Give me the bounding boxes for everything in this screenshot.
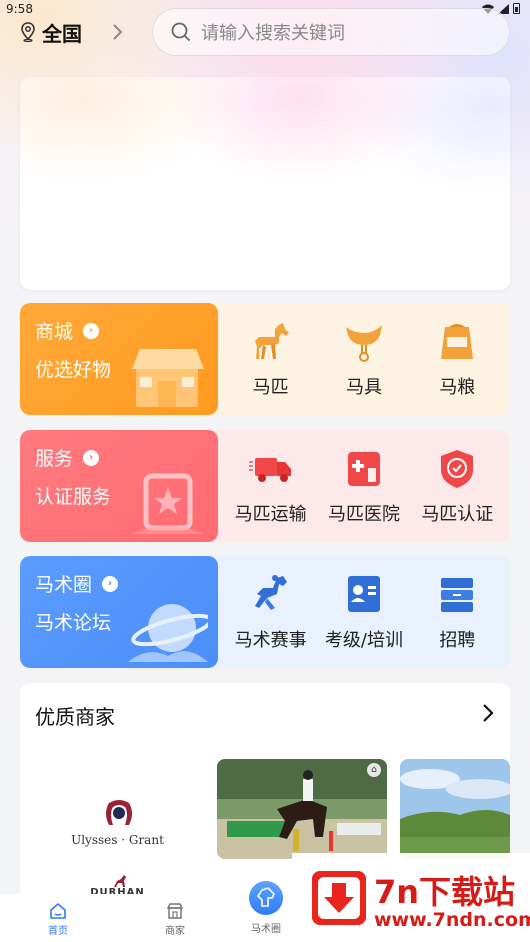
- watermark-overlay: 7n下载站 www.7ndn.com: [292, 853, 530, 942]
- service-title: 服务 ›: [35, 444, 100, 471]
- search-placeholder: 请输入搜索关键词: [201, 23, 345, 44]
- category-card-mall: 商城 › 优选好物 马匹 马具 马粮: [20, 303, 510, 415]
- service-subtitle: 认证服务: [35, 486, 112, 508]
- certification-badge-icon: [441, 450, 474, 488]
- status-time: 9:58: [6, 2, 33, 16]
- chevron-right-icon: [113, 24, 123, 40]
- nav-merchants[interactable]: 商家: [145, 902, 205, 937]
- category-card-community: 马术圈 › 马术论坛 马术赛事 考级/培训 招聘: [20, 556, 510, 668]
- watermark-title: 7n下载站: [374, 873, 516, 911]
- mall-entry[interactable]: 商城 › 优选好物: [20, 303, 218, 415]
- nav-community[interactable]: 马术圈: [236, 878, 296, 935]
- landscape-image: [400, 759, 510, 859]
- mall-title-label: 商城: [35, 321, 74, 343]
- racing-horse-icon: [254, 575, 287, 610]
- certificate-icon: [132, 473, 204, 534]
- search-bar[interactable]: 请输入搜索关键词: [152, 8, 510, 56]
- horse-head-icon: [256, 887, 275, 907]
- mall-item-saddle[interactable]: 马具: [318, 319, 410, 399]
- home-icon: [50, 902, 66, 919]
- community-item-events[interactable]: 马术赛事: [225, 572, 317, 652]
- hospital-icon: [347, 452, 380, 486]
- category-card-service: 服务 › 认证服务 马匹运输 马匹医院 马匹认证: [20, 430, 510, 542]
- banner-carousel[interactable]: [20, 77, 510, 290]
- location-label: 全国: [42, 21, 82, 46]
- merchant-photo-landscape[interactable]: [400, 759, 510, 859]
- showjumping-image: [217, 759, 387, 859]
- badge-icon: ⌂: [367, 763, 381, 777]
- nav-label: 马术圈: [251, 924, 281, 935]
- banner-glow: [20, 77, 510, 290]
- mall-subtitle: 优选好物: [35, 359, 112, 381]
- community-item-recruit[interactable]: 招聘: [411, 572, 503, 652]
- merchant-logo-text: Ulysses · Grant: [71, 833, 164, 847]
- training-card-icon: [347, 576, 380, 612]
- arrow-right-icon: ›: [83, 449, 100, 466]
- shop-icon: [166, 903, 184, 919]
- horseshoe-logo-icon: [106, 800, 132, 825]
- merchant-photo-showjumping[interactable]: ⌂: [217, 759, 387, 859]
- cabinet-icon: [441, 578, 474, 612]
- location-pin-icon: [21, 22, 35, 42]
- service-items: 马匹运输 马匹医院 马匹认证: [218, 430, 510, 542]
- mall-item-label: 马粮: [439, 377, 476, 398]
- community-subtitle: 马术论坛: [35, 612, 112, 634]
- search-icon: [171, 22, 191, 42]
- battery-icon: [513, 3, 520, 14]
- bottom-navigation: 首页 商家 马术圈: [0, 878, 292, 942]
- arrow-right-icon: ›: [83, 322, 100, 339]
- mall-item-feed[interactable]: 马粮: [411, 319, 503, 399]
- service-title-label: 服务: [35, 448, 74, 470]
- community-item-label: 招聘: [439, 630, 476, 651]
- mall-title: 商城 ›: [35, 317, 100, 344]
- community-item-label: 考级/培训: [324, 630, 404, 651]
- arrow-right-icon: ›: [102, 575, 119, 592]
- location-selector[interactable]: 全国: [20, 18, 124, 46]
- download-arrow-icon: [312, 871, 366, 925]
- chevron-right-icon[interactable]: [482, 703, 494, 723]
- mall-items: 马匹 马具 马粮: [218, 303, 510, 415]
- truck-icon: [248, 458, 291, 482]
- community-item-training[interactable]: 考级/培训: [318, 572, 410, 652]
- community-nav-button: [246, 878, 286, 918]
- mall-item-horse[interactable]: 马匹: [225, 319, 317, 399]
- nav-home[interactable]: 首页: [28, 902, 88, 937]
- mall-item-label: 马匹: [252, 377, 289, 398]
- service-item-transport[interactable]: 马匹运输: [225, 446, 317, 526]
- community-items: 马术赛事 考级/培训 招聘: [218, 556, 510, 668]
- nav-label: 首页: [48, 926, 68, 937]
- storefront-icon: [132, 349, 204, 407]
- service-item-label: 马匹运输: [234, 504, 307, 525]
- horse-icon: [254, 323, 289, 359]
- saddle-icon: [345, 325, 382, 362]
- community-title-label: 马术圈: [35, 574, 93, 596]
- service-item-label: 马匹认证: [421, 504, 494, 525]
- community-title: 马术圈 ›: [35, 570, 119, 597]
- community-entry[interactable]: 马术圈 › 马术论坛: [20, 556, 218, 668]
- merchant-card-ulysses[interactable]: Ulysses · Grant DURHAN: [35, 761, 200, 911]
- mall-item-label: 马具: [345, 377, 382, 398]
- service-item-label: 马匹医院: [327, 504, 400, 525]
- nav-label: 商家: [165, 926, 185, 937]
- service-entry[interactable]: 服务 › 认证服务: [20, 430, 218, 542]
- section-title: 优质商家: [35, 705, 115, 729]
- watermark-url: www.7ndn.com: [374, 909, 530, 931]
- service-item-hospital[interactable]: 马匹医院: [318, 446, 410, 526]
- service-item-certification[interactable]: 马匹认证: [411, 446, 503, 526]
- feed-bag-icon: [441, 324, 474, 359]
- community-item-label: 马术赛事: [234, 630, 307, 651]
- planet-icon: [128, 604, 208, 662]
